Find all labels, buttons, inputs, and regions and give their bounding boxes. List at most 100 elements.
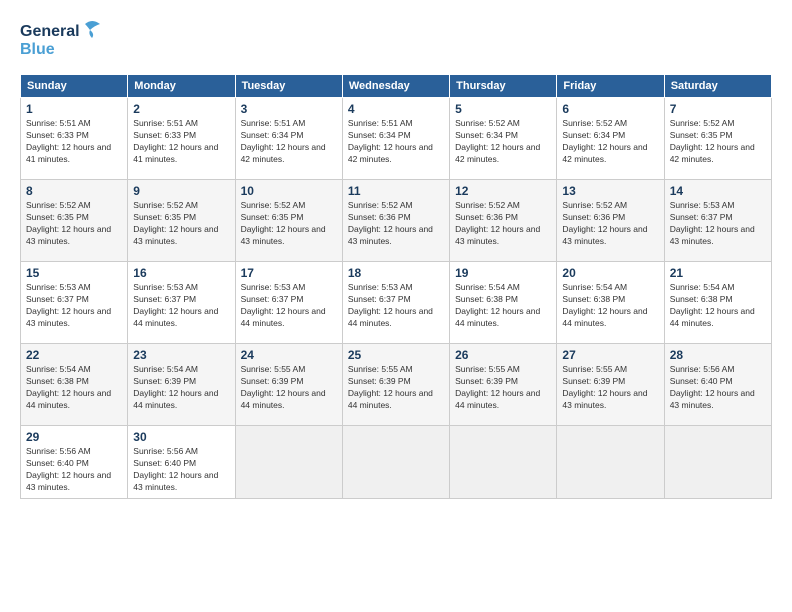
svg-text:General: General [20, 23, 80, 40]
day-number: 27 [562, 348, 658, 362]
day-detail: Sunrise: 5:53 AMSunset: 6:37 PMDaylight:… [133, 282, 218, 328]
day-number: 11 [348, 184, 444, 198]
day-number: 6 [562, 102, 658, 116]
calendar-cell: 6 Sunrise: 5:52 AMSunset: 6:34 PMDayligh… [557, 98, 664, 180]
day-detail: Sunrise: 5:52 AMSunset: 6:36 PMDaylight:… [455, 200, 540, 246]
calendar-cell [342, 426, 449, 499]
day-detail: Sunrise: 5:53 AMSunset: 6:37 PMDaylight:… [241, 282, 326, 328]
day-number: 23 [133, 348, 229, 362]
calendar-cell: 10 Sunrise: 5:52 AMSunset: 6:35 PMDaylig… [235, 180, 342, 262]
calendar-cell: 21 Sunrise: 5:54 AMSunset: 6:38 PMDaylig… [664, 262, 771, 344]
day-number: 15 [26, 266, 122, 280]
calendar-cell [235, 426, 342, 499]
day-detail: Sunrise: 5:52 AMSunset: 6:35 PMDaylight:… [670, 118, 755, 164]
day-number: 17 [241, 266, 337, 280]
day-detail: Sunrise: 5:51 AMSunset: 6:34 PMDaylight:… [348, 118, 433, 164]
day-detail: Sunrise: 5:55 AMSunset: 6:39 PMDaylight:… [241, 364, 326, 410]
day-detail: Sunrise: 5:53 AMSunset: 6:37 PMDaylight:… [26, 282, 111, 328]
day-detail: Sunrise: 5:54 AMSunset: 6:38 PMDaylight:… [455, 282, 540, 328]
day-number: 9 [133, 184, 229, 198]
day-detail: Sunrise: 5:51 AMSunset: 6:33 PMDaylight:… [26, 118, 111, 164]
day-number: 12 [455, 184, 551, 198]
calendar-cell [664, 426, 771, 499]
day-detail: Sunrise: 5:52 AMSunset: 6:36 PMDaylight:… [562, 200, 647, 246]
day-number: 30 [133, 430, 229, 444]
weekday-header: Friday [557, 75, 664, 98]
calendar-cell: 29 Sunrise: 5:56 AMSunset: 6:40 PMDaylig… [21, 426, 128, 499]
calendar-cell: 18 Sunrise: 5:53 AMSunset: 6:37 PMDaylig… [342, 262, 449, 344]
day-number: 3 [241, 102, 337, 116]
day-number: 16 [133, 266, 229, 280]
weekday-header: Wednesday [342, 75, 449, 98]
day-number: 24 [241, 348, 337, 362]
day-detail: Sunrise: 5:56 AMSunset: 6:40 PMDaylight:… [670, 364, 755, 410]
calendar-cell: 5 Sunrise: 5:52 AMSunset: 6:34 PMDayligh… [450, 98, 557, 180]
calendar-cell: 20 Sunrise: 5:54 AMSunset: 6:38 PMDaylig… [557, 262, 664, 344]
day-number: 7 [670, 102, 766, 116]
day-number: 13 [562, 184, 658, 198]
day-detail: Sunrise: 5:52 AMSunset: 6:34 PMDaylight:… [562, 118, 647, 164]
day-number: 29 [26, 430, 122, 444]
day-number: 22 [26, 348, 122, 362]
day-number: 25 [348, 348, 444, 362]
day-detail: Sunrise: 5:54 AMSunset: 6:38 PMDaylight:… [26, 364, 111, 410]
calendar-cell: 15 Sunrise: 5:53 AMSunset: 6:37 PMDaylig… [21, 262, 128, 344]
day-detail: Sunrise: 5:52 AMSunset: 6:34 PMDaylight:… [455, 118, 540, 164]
weekday-header: Saturday [664, 75, 771, 98]
day-number: 20 [562, 266, 658, 280]
logo: General Blue [20, 16, 110, 64]
calendar-cell: 28 Sunrise: 5:56 AMSunset: 6:40 PMDaylig… [664, 344, 771, 426]
calendar-cell: 12 Sunrise: 5:52 AMSunset: 6:36 PMDaylig… [450, 180, 557, 262]
day-number: 21 [670, 266, 766, 280]
weekday-header: Sunday [21, 75, 128, 98]
day-number: 2 [133, 102, 229, 116]
day-detail: Sunrise: 5:52 AMSunset: 6:35 PMDaylight:… [26, 200, 111, 246]
weekday-header: Tuesday [235, 75, 342, 98]
day-detail: Sunrise: 5:54 AMSunset: 6:38 PMDaylight:… [562, 282, 647, 328]
day-detail: Sunrise: 5:54 AMSunset: 6:38 PMDaylight:… [670, 282, 755, 328]
weekday-header-row: SundayMondayTuesdayWednesdayThursdayFrid… [21, 75, 772, 98]
calendar-cell: 25 Sunrise: 5:55 AMSunset: 6:39 PMDaylig… [342, 344, 449, 426]
calendar-cell: 24 Sunrise: 5:55 AMSunset: 6:39 PMDaylig… [235, 344, 342, 426]
calendar-cell: 14 Sunrise: 5:53 AMSunset: 6:37 PMDaylig… [664, 180, 771, 262]
day-number: 14 [670, 184, 766, 198]
day-detail: Sunrise: 5:53 AMSunset: 6:37 PMDaylight:… [670, 200, 755, 246]
calendar-cell: 7 Sunrise: 5:52 AMSunset: 6:35 PMDayligh… [664, 98, 771, 180]
calendar-cell: 9 Sunrise: 5:52 AMSunset: 6:35 PMDayligh… [128, 180, 235, 262]
calendar-cell: 13 Sunrise: 5:52 AMSunset: 6:36 PMDaylig… [557, 180, 664, 262]
calendar-cell: 2 Sunrise: 5:51 AMSunset: 6:33 PMDayligh… [128, 98, 235, 180]
day-number: 8 [26, 184, 122, 198]
day-detail: Sunrise: 5:55 AMSunset: 6:39 PMDaylight:… [562, 364, 647, 410]
day-number: 19 [455, 266, 551, 280]
day-number: 28 [670, 348, 766, 362]
weekday-header: Thursday [450, 75, 557, 98]
day-detail: Sunrise: 5:56 AMSunset: 6:40 PMDaylight:… [26, 446, 111, 492]
calendar-cell: 16 Sunrise: 5:53 AMSunset: 6:37 PMDaylig… [128, 262, 235, 344]
calendar-cell: 19 Sunrise: 5:54 AMSunset: 6:38 PMDaylig… [450, 262, 557, 344]
calendar-cell [557, 426, 664, 499]
calendar-cell: 22 Sunrise: 5:54 AMSunset: 6:38 PMDaylig… [21, 344, 128, 426]
calendar-cell [450, 426, 557, 499]
day-number: 5 [455, 102, 551, 116]
day-detail: Sunrise: 5:52 AMSunset: 6:35 PMDaylight:… [133, 200, 218, 246]
day-number: 10 [241, 184, 337, 198]
calendar-cell: 1 Sunrise: 5:51 AMSunset: 6:33 PMDayligh… [21, 98, 128, 180]
day-detail: Sunrise: 5:56 AMSunset: 6:40 PMDaylight:… [133, 446, 218, 492]
calendar-cell: 23 Sunrise: 5:54 AMSunset: 6:39 PMDaylig… [128, 344, 235, 426]
day-number: 26 [455, 348, 551, 362]
calendar-cell: 30 Sunrise: 5:56 AMSunset: 6:40 PMDaylig… [128, 426, 235, 499]
day-detail: Sunrise: 5:55 AMSunset: 6:39 PMDaylight:… [455, 364, 540, 410]
calendar-cell: 4 Sunrise: 5:51 AMSunset: 6:34 PMDayligh… [342, 98, 449, 180]
calendar-cell: 26 Sunrise: 5:55 AMSunset: 6:39 PMDaylig… [450, 344, 557, 426]
day-detail: Sunrise: 5:52 AMSunset: 6:36 PMDaylight:… [348, 200, 433, 246]
calendar-cell: 11 Sunrise: 5:52 AMSunset: 6:36 PMDaylig… [342, 180, 449, 262]
calendar-cell: 3 Sunrise: 5:51 AMSunset: 6:34 PMDayligh… [235, 98, 342, 180]
day-number: 1 [26, 102, 122, 116]
day-detail: Sunrise: 5:51 AMSunset: 6:33 PMDaylight:… [133, 118, 218, 164]
svg-text:Blue: Blue [20, 41, 55, 58]
day-detail: Sunrise: 5:53 AMSunset: 6:37 PMDaylight:… [348, 282, 433, 328]
day-number: 18 [348, 266, 444, 280]
day-number: 4 [348, 102, 444, 116]
weekday-header: Monday [128, 75, 235, 98]
day-detail: Sunrise: 5:51 AMSunset: 6:34 PMDaylight:… [241, 118, 326, 164]
